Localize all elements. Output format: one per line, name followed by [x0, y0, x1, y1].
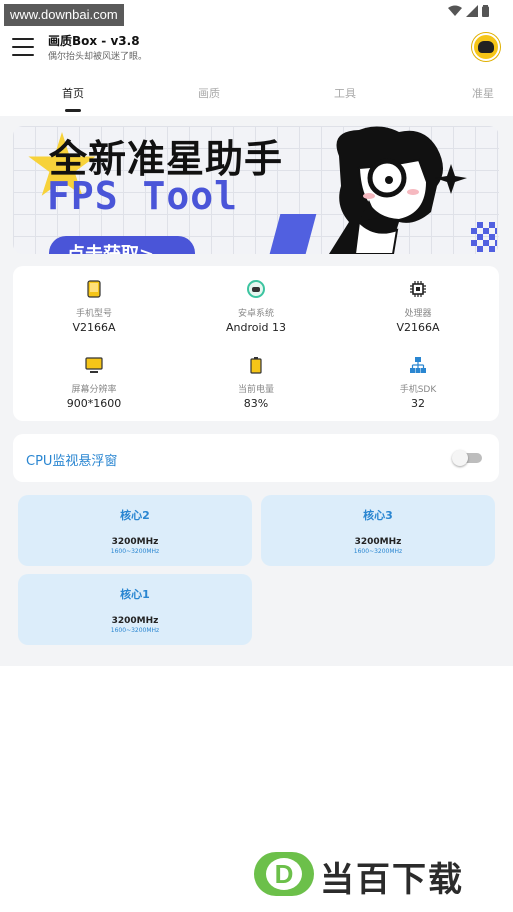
android-icon: [247, 280, 265, 298]
tab-indicator: [65, 109, 81, 112]
home-content: 全新准星助手 FPS Tool 点击获取> 手机型号 V2166A 安卓系统 A…: [0, 116, 513, 666]
info-label: 安卓系统: [237, 309, 274, 319]
battery-icon: [250, 357, 262, 374]
core-range: 1600~3200MHz: [110, 548, 160, 555]
info-value: 83%: [243, 397, 269, 410]
info-label: 当前电量: [237, 385, 274, 395]
core-frequency: 3200MHz: [354, 537, 402, 547]
toggle-thumb: [452, 450, 468, 466]
device-info-card: 手机型号 V2166A 安卓系统 Android 13 处理器 V2166A 屏…: [13, 266, 499, 421]
brand-logo-icon: D: [254, 852, 314, 896]
core-frequency: 3200MHz: [111, 537, 159, 547]
signal-icon: [466, 5, 478, 17]
core-name: 核心2: [120, 509, 150, 522]
brand-logo-letter: D: [266, 858, 302, 890]
core-card: 核心3 3200MHz 1600~3200MHz: [261, 495, 495, 566]
monitor-icon: [85, 357, 103, 373]
info-label: 处理器: [404, 309, 432, 319]
info-processor: 处理器 V2166A: [337, 280, 499, 334]
status-bar-icons: [448, 4, 489, 18]
cartoon-figure-icon: [329, 126, 467, 254]
core-card: 核心1 3200MHz 1600~3200MHz: [18, 574, 252, 645]
core-name: 核心1: [120, 588, 150, 601]
info-value: V2166A: [72, 321, 116, 334]
wifi-icon: [448, 5, 462, 16]
cpu-monitor-label: CPU监视悬浮窗: [26, 454, 118, 469]
banner-cta-button[interactable]: 点击获取>: [49, 236, 195, 254]
tab-home[interactable]: 首页: [62, 85, 84, 101]
tab-tools[interactable]: 工具: [334, 85, 356, 101]
avatar[interactable]: [472, 33, 500, 61]
watermark-text: www.downbai.com: [4, 4, 124, 26]
info-android-version: 安卓系统 Android 13: [175, 280, 337, 334]
core-range: 1600~3200MHz: [110, 627, 160, 634]
chip-icon: [410, 281, 426, 297]
tab-bar: 首页 画质 工具 准星: [0, 80, 513, 114]
info-value: Android 13: [225, 321, 287, 334]
brand-watermark: D 当百下载: [254, 850, 508, 900]
core-frequency: 3200MHz: [111, 616, 159, 626]
brand-text: 当百下载: [320, 860, 464, 900]
phone-icon: [87, 280, 101, 298]
info-value: 32: [411, 397, 425, 410]
info-phone-model: 手机型号 V2166A: [13, 280, 175, 334]
info-resolution: 屏幕分辨率 900*1600: [13, 356, 175, 410]
cpu-monitor-toggle[interactable]: [452, 450, 482, 466]
core-range: 1600~3200MHz: [353, 548, 403, 555]
info-value: 900*1600: [66, 397, 122, 410]
info-label: 屏幕分辨率: [71, 385, 117, 395]
network-icon: [410, 357, 426, 373]
cpu-monitor-card: CPU监视悬浮窗: [13, 434, 499, 482]
core-card: 核心2 3200MHz 1600~3200MHz: [18, 495, 252, 566]
tab-crosshair[interactable]: 准星: [472, 85, 494, 101]
app-subtitle: 偶尔抬头却被风迷了眼。: [48, 52, 148, 62]
info-label: 手机型号: [75, 309, 112, 319]
banner-subtitle: FPS Tool: [47, 174, 239, 218]
app-title: 画质Box - v3.8: [48, 34, 140, 48]
battery-status-icon: [482, 5, 489, 17]
info-value: V2166A: [396, 321, 440, 334]
tab-quality[interactable]: 画质: [198, 85, 220, 101]
menu-icon[interactable]: [12, 38, 34, 56]
avatar-icon: [478, 41, 494, 53]
checker-decoration: [471, 222, 497, 252]
info-sdk: 手机SDK 32: [337, 356, 499, 410]
info-label: 手机SDK: [399, 385, 437, 395]
core-name: 核心3: [363, 509, 393, 522]
info-battery: 当前电量 83%: [175, 356, 337, 410]
promo-banner[interactable]: 全新准星助手 FPS Tool 点击获取>: [13, 126, 499, 254]
app-bar: 画质Box - v3.8 偶尔抬头却被风迷了眼。: [0, 26, 513, 70]
